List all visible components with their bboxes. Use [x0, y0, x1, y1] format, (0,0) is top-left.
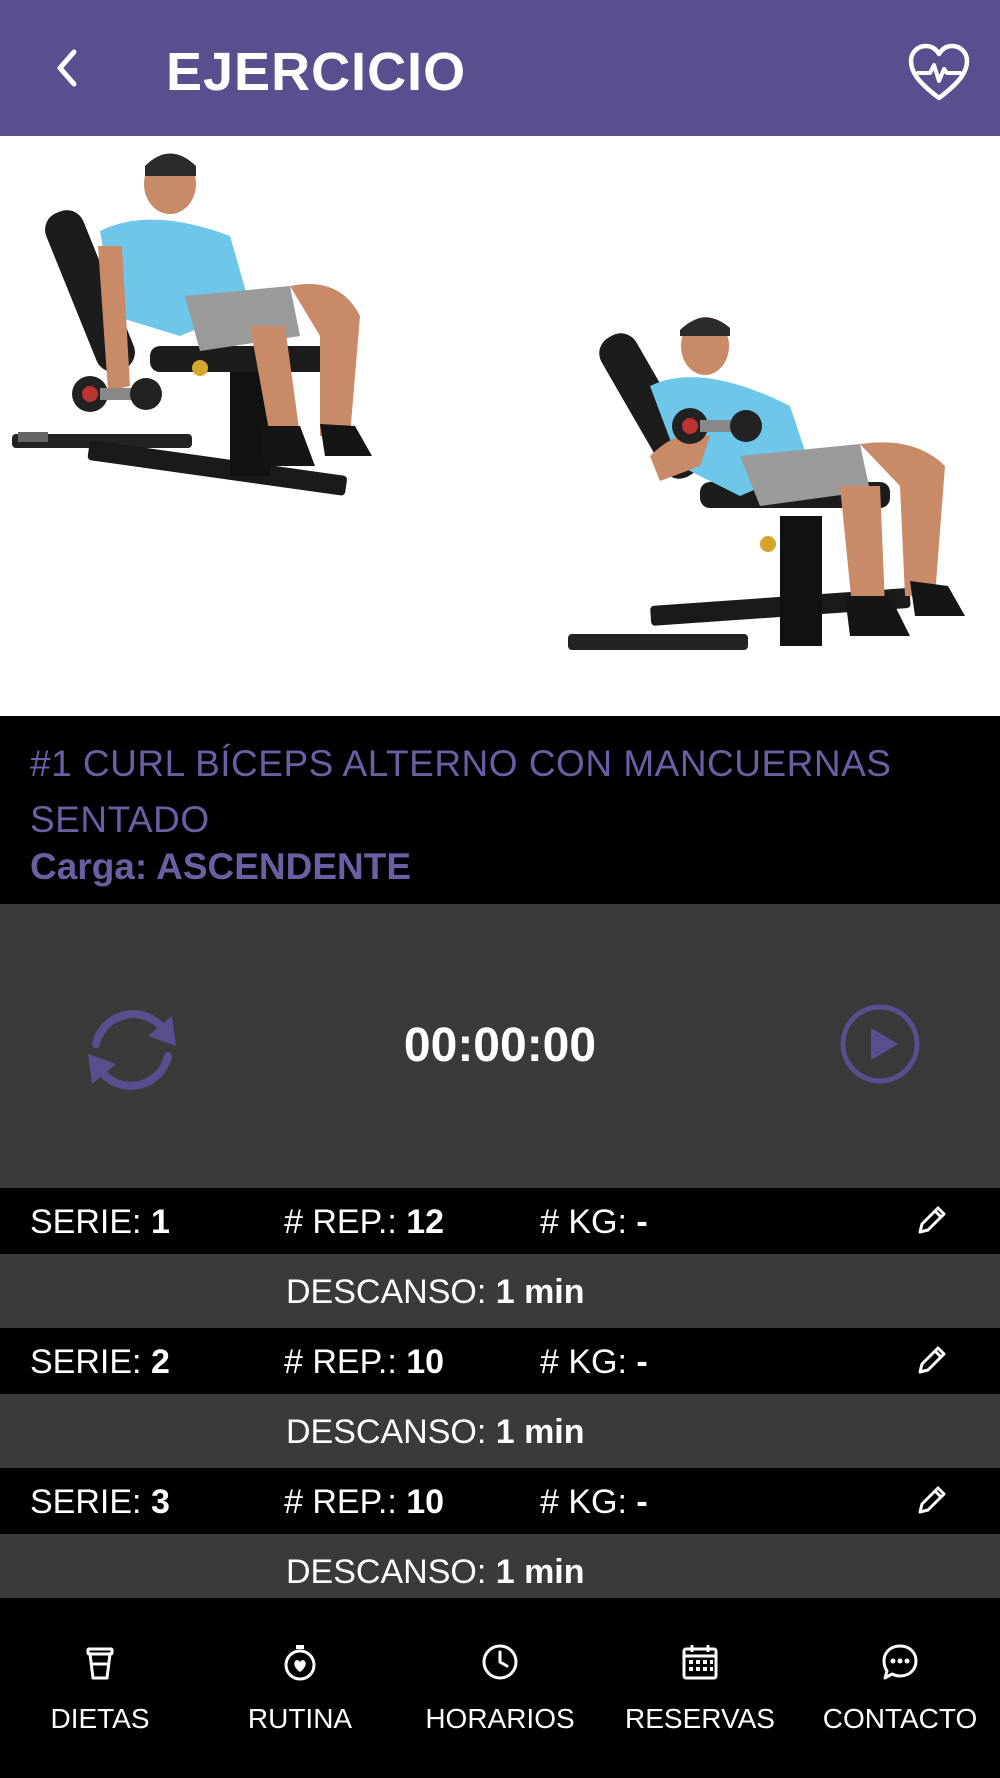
serie-kg: # KG: - [540, 1343, 648, 1381]
serie-row: SERIE: 1 # REP.: 12 # KG: - [0, 1188, 1000, 1254]
pencil-icon[interactable] [912, 1482, 950, 1520]
heart-pulse-icon[interactable] [906, 40, 972, 106]
pencil-icon[interactable] [912, 1342, 950, 1380]
bottom-nav: DIETAS RUTINA HORARIOS RESERVAS CONTACTO [0, 1598, 1000, 1778]
exercise-load: Carga: ASCENDENTE [30, 844, 411, 890]
page-title: EJERCICIO [166, 42, 467, 102]
nav-item-horarios[interactable]: HORARIOS [400, 1598, 600, 1778]
rest-time: DESCANSO: 1 min [286, 1273, 585, 1311]
figure-start-position [12, 153, 372, 496]
rest-row: DESCANSO: 1 min [0, 1534, 1000, 1608]
nav-label: RESERVAS [625, 1703, 775, 1734]
serie-row: SERIE: 3 # REP.: 10 # KG: - [0, 1468, 1000, 1534]
app-header: EJERCICIO [0, 0, 1000, 136]
serie-reps: # REP.: 10 [284, 1343, 445, 1381]
exercise-screen: EJERCICIO #1 CURL BÍCEPS ALTERNO CON MAN… [0, 0, 1000, 1778]
rest-time: DESCANSO: 1 min [286, 1413, 585, 1451]
serie-number: SERIE: 3 [30, 1483, 170, 1521]
series-list: SERIE: 1 # REP.: 12 # KG: - DESCANSO: 1 … [0, 1188, 1000, 1608]
exercise-illustration [12, 153, 965, 650]
nav-item-reservas[interactable]: RESERVAS [600, 1598, 800, 1778]
rest-row: DESCANSO: 1 min [0, 1394, 1000, 1468]
clock-icon [482, 1644, 518, 1680]
exercise-name: #1 CURL BÍCEPS ALTERNO CON MANCUERNAS SE… [30, 743, 892, 840]
stopwatch-heart-icon [284, 1645, 316, 1681]
rest-row: DESCANSO: 1 min [0, 1254, 1000, 1328]
serie-number: SERIE: 1 [30, 1203, 170, 1241]
play-circle-icon[interactable] [838, 1002, 922, 1086]
nav-item-dietas[interactable]: DIETAS [0, 1598, 200, 1778]
cup-icon [86, 1647, 114, 1680]
pencil-icon[interactable] [912, 1202, 950, 1240]
nav-label: RUTINA [247, 1703, 353, 1734]
nav-label: HORARIOS [425, 1703, 575, 1734]
timer-panel: 00:00:00 [0, 904, 1000, 1188]
figure-end-position [568, 317, 965, 650]
nav-item-contacto[interactable]: CONTACTO [800, 1598, 1000, 1778]
nav-label: CONTACTO [822, 1703, 978, 1734]
chat-bubble-icon [882, 1644, 918, 1680]
exercise-image [0, 136, 1000, 716]
serie-number: SERIE: 2 [30, 1343, 170, 1381]
exercise-info: #1 CURL BÍCEPS ALTERNO CON MANCUERNAS SE… [0, 716, 1000, 904]
serie-reps: # REP.: 12 [284, 1203, 445, 1241]
serie-kg: # KG: - [540, 1483, 648, 1521]
serie-reps: # REP.: 10 [284, 1483, 445, 1521]
rest-time: DESCANSO: 1 min [286, 1553, 585, 1591]
calendar-icon [682, 1645, 718, 1680]
chevron-left-icon[interactable] [40, 40, 96, 96]
nav-label: DIETAS [50, 1703, 150, 1734]
load-value: ASCENDENTE [156, 846, 412, 887]
serie-kg: # KG: - [540, 1203, 648, 1241]
nav-item-rutina[interactable]: RUTINA [200, 1598, 400, 1778]
serie-row: SERIE: 2 # REP.: 10 # KG: - [0, 1328, 1000, 1394]
load-label: Carga: [30, 846, 148, 887]
